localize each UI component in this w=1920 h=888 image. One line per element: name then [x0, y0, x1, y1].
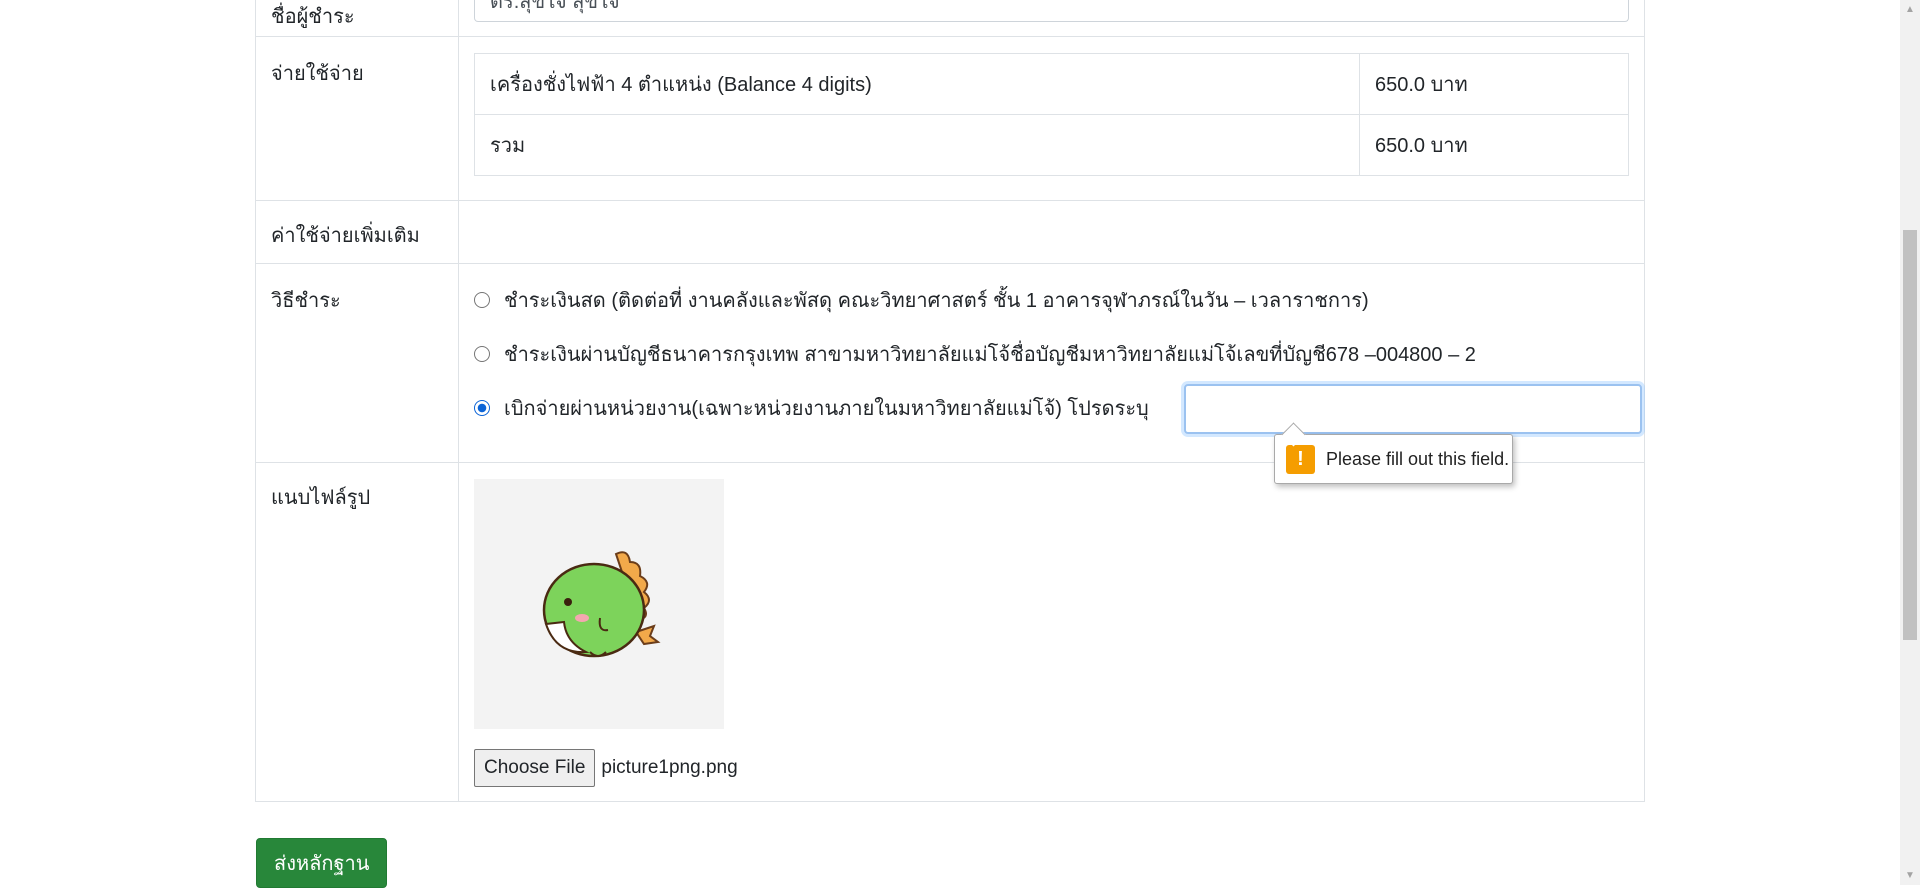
payment-method-row: วิธีชำระ ชำระเงินสด (ติดต่อที่ งานคลังแล…: [256, 264, 1644, 484]
payment-option-unit[interactable]: เบิกจ่ายผ่านหน่วยงาน(เฉพาะหน่วยงานภายในม…: [474, 384, 1642, 484]
attachment-label: แนบไฟล์รูป: [256, 463, 459, 801]
payer-label: ชื่อผู้ชำระ: [256, 0, 459, 36]
table-row: เครื่องชั่งไฟฟ้า 4 ตำแหน่ง (Balance 4 di…: [474, 53, 1629, 115]
total-label: รวม: [474, 114, 1360, 176]
payment-option-unit-label: เบิกจ่ายผ่านหน่วยงาน(เฉพาะหน่วยงานภายในม…: [504, 398, 1149, 420]
payer-name-field[interactable]: ดร.สุขใจ สุขใจ: [474, 0, 1629, 22]
submit-evidence-button[interactable]: ส่งหลักฐาน: [256, 838, 388, 888]
selected-file-name: picture1png.png: [601, 757, 738, 778]
choose-file-button[interactable]: Choose File: [474, 749, 596, 787]
payment-option-cash[interactable]: ชำระเงินสด (ติดต่อที่ งานคลังและพัสดุ คณ…: [474, 284, 1629, 316]
radio-cash[interactable]: [474, 292, 490, 308]
total-amount: 650.0 บาท: [1359, 114, 1629, 176]
expense-item: เครื่องชั่งไฟฟ้า 4 ตำแหน่ง (Balance 4 di…: [474, 53, 1360, 115]
payment-form-table: ชื่อผู้ชำระ ดร.สุขใจ สุขใจ จ่ายใช้จ่าย เ…: [255, 0, 1645, 802]
scroll-down-icon[interactable]: ▼: [1905, 870, 1915, 881]
image-preview: [474, 479, 724, 729]
unit-name-input[interactable]: [1184, 384, 1642, 434]
expenses-row: จ่ายใช้จ่าย เครื่องชั่งไฟฟ้า 4 ตำแหน่ง (…: [256, 37, 1644, 201]
extra-cost-label: ค่าใช้จ่ายเพิ่มเติม: [256, 201, 459, 263]
warning-icon: !: [1286, 444, 1315, 474]
payment-option-cash-label: ชำระเงินสด (ติดต่อที่ งานคลังและพัสดุ คณ…: [504, 290, 1369, 312]
dinosaur-image: [542, 551, 661, 658]
payment-option-bank-label: ชำระเงินผ่านบัญชีธนาคารกรุงเทพ สาขามหาวิ…: [504, 344, 1476, 366]
validation-tooltip: ! Please fill out this field.: [1274, 434, 1513, 484]
payment-method-label: วิธีชำระ: [256, 264, 459, 462]
table-row: รวม 650.0 บาท: [474, 114, 1629, 176]
expenses-table: เครื่องชั่งไฟฟ้า 4 ตำแหน่ง (Balance 4 di…: [474, 53, 1629, 176]
expense-amount: 650.0 บาท: [1359, 53, 1629, 115]
payer-row: ชื่อผู้ชำระ ดร.สุขใจ สุขใจ: [256, 0, 1644, 37]
expenses-label: จ่ายใช้จ่าย: [256, 37, 459, 200]
file-input[interactable]: Choose File picture1png.png: [474, 749, 1629, 787]
scroll-thumb[interactable]: [1903, 230, 1917, 640]
page-scrollbar[interactable]: ▲ ▼: [1900, 0, 1920, 885]
radio-unit[interactable]: [474, 400, 490, 416]
attachment-row: แนบไฟล์รูป Choose File picture1png.png: [256, 463, 1644, 801]
payment-option-bank[interactable]: ชำระเงินผ่านบัญชีธนาคารกรุงเทพ สาขามหาวิ…: [474, 338, 1629, 370]
validation-message: Please fill out this field.: [1326, 448, 1510, 469]
scroll-up-icon[interactable]: ▲: [1905, 4, 1915, 15]
payer-name-value: ดร.สุขใจ สุขใจ: [490, 0, 620, 13]
extra-cost-row: ค่าใช้จ่ายเพิ่มเติม: [256, 201, 1644, 264]
radio-bank[interactable]: [474, 346, 490, 362]
